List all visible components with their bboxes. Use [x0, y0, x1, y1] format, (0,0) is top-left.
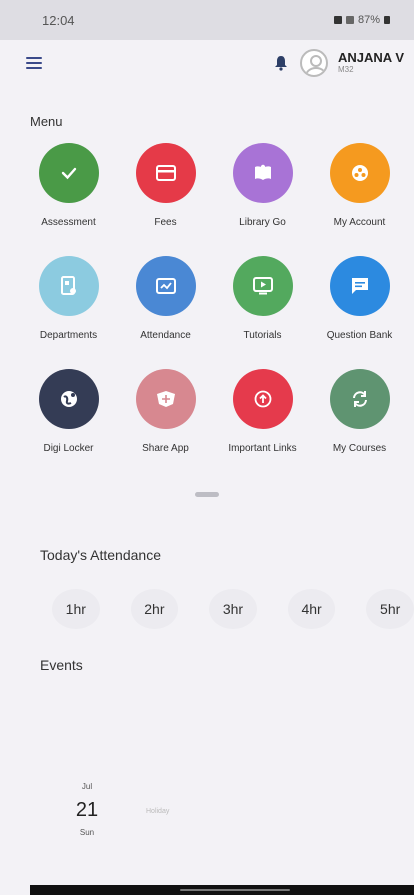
avatar[interactable] — [300, 49, 329, 77]
menu-item-departments[interactable]: Departments — [20, 256, 117, 341]
menu-item-attendance[interactable]: Attendance — [117, 256, 214, 341]
menu-item-label: Library Go — [239, 217, 286, 228]
menu-item-label: Assessment — [41, 217, 96, 228]
book-icon — [232, 143, 293, 203]
menu-item-digi-locker[interactable]: Digi Locker — [20, 369, 117, 454]
menu-item-label: Digi Locker — [43, 443, 94, 454]
menu-item-question-bank[interactable]: Question Bank — [311, 256, 408, 341]
menu-grid: Assessment Fees Library Go My Account De… — [20, 143, 414, 454]
event-date-card[interactable]: Jul 21 Sun — [66, 782, 108, 837]
battery-icon — [384, 16, 390, 24]
menu-item-fees[interactable]: Fees — [117, 143, 214, 228]
user-name: ANJANA V — [338, 50, 404, 66]
event-day: 21 — [75, 798, 99, 821]
share-icon — [135, 369, 196, 429]
menu-item-tutorials[interactable]: Tutorials — [214, 256, 311, 341]
hour-chip-4[interactable]: 4hr — [287, 589, 336, 629]
menu-item-important-links[interactable]: Important Links — [214, 369, 311, 454]
play-icon — [232, 256, 293, 316]
signal-icon — [345, 16, 354, 24]
menu-item-label: Attendance — [140, 330, 191, 341]
event-note: Holiday — [146, 808, 170, 815]
menu-item-label: Important Links — [228, 443, 297, 454]
event-weekday: Sun — [79, 827, 95, 837]
status-time: 12:04 — [42, 12, 75, 28]
menu-item-label: My Courses — [332, 443, 387, 454]
menu-item-label: My Account — [333, 217, 386, 228]
locker-icon — [38, 369, 99, 429]
card-icon — [135, 143, 196, 203]
events-heading: Events — [40, 657, 83, 673]
attendance-icon — [135, 256, 196, 316]
department-icon — [38, 256, 99, 316]
hamburger-menu-icon[interactable] — [26, 57, 42, 69]
menu-item-assessment[interactable]: Assessment — [20, 143, 117, 228]
home-indicator[interactable] — [180, 889, 290, 891]
status-icons: 87% — [333, 14, 390, 26]
status-bar: 12:04 87% — [0, 0, 414, 40]
menu-item-label: Tutorials — [243, 330, 282, 341]
user-id: M32 — [338, 64, 354, 74]
hour-chip-2[interactable]: 2hr — [130, 589, 179, 629]
hour-chip-1[interactable]: 1hr — [52, 589, 100, 629]
app-bar: ANJANA V M32 — [0, 40, 414, 86]
system-nav-bar — [30, 885, 414, 895]
menu-item-share-app[interactable]: Share App — [117, 369, 214, 454]
menu-item-label: Fees — [154, 217, 177, 228]
menu-item-library-go[interactable]: Library Go — [214, 143, 311, 228]
attendance-hours: 1hr 2hr 3hr 4hr 5hr — [52, 589, 414, 629]
menu-item-label: Departments — [39, 330, 98, 341]
user-info: ANJANA V M32 — [338, 51, 404, 74]
account-icon — [329, 143, 390, 203]
attendance-heading: Today's Attendance — [40, 547, 161, 563]
battery-level: 87% — [357, 14, 380, 26]
hour-chip-3[interactable]: 3hr — [209, 589, 257, 629]
menu-item-label: Share App — [142, 443, 189, 454]
chat-icon — [329, 256, 390, 316]
alarm-icon — [333, 16, 342, 24]
notification-bell-icon[interactable] — [272, 54, 290, 72]
drag-handle[interactable] — [195, 492, 219, 497]
link-icon — [232, 369, 293, 429]
hour-chip-5[interactable]: 5hr — [366, 589, 414, 629]
menu-heading: Menu — [30, 114, 63, 129]
event-month: Jul — [81, 782, 93, 791]
check-icon — [38, 143, 99, 203]
menu-item-label: Question Bank — [326, 330, 393, 341]
menu-item-my-courses[interactable]: My Courses — [311, 369, 408, 454]
courses-icon — [329, 369, 390, 429]
menu-item-my-account[interactable]: My Account — [311, 143, 408, 228]
